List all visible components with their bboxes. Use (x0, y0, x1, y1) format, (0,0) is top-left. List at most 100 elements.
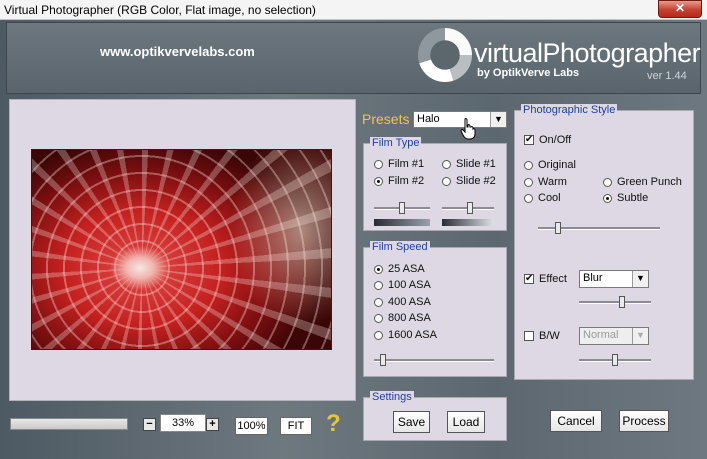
logo-icon (418, 28, 472, 82)
settings-group: Settings (363, 391, 507, 441)
checkbox-indicator: ✔ (524, 134, 534, 145)
radio-indicator (374, 176, 383, 186)
radio-label: 25 ASA (388, 263, 425, 275)
radio-label: 800 ASA (388, 312, 431, 324)
film-gradient-preview (374, 219, 430, 226)
preview-image[interactable] (31, 149, 332, 350)
slider-track (374, 359, 494, 362)
slider-thumb[interactable] (380, 354, 386, 366)
radio-indicator (374, 297, 383, 307)
zoom-fit-button[interactable]: FIT (280, 417, 312, 435)
radio-subtle[interactable]: Subtle (603, 192, 648, 204)
radio-indicator (524, 193, 533, 203)
radio-100-asa[interactable]: 100 ASA (374, 279, 431, 291)
radio-original[interactable]: Original (524, 159, 576, 171)
film-speed-slider[interactable] (374, 354, 494, 366)
radio-label: 100 ASA (388, 279, 431, 291)
settings-title: Settings (370, 391, 414, 403)
checkbox-label: Effect (539, 273, 567, 285)
radio-label: Film #2 (388, 175, 425, 187)
effect-checkbox[interactable]: ✔ Effect (524, 273, 567, 285)
radio-label: Subtle (617, 192, 649, 204)
slide-contrast-slider[interactable] (442, 202, 494, 214)
presets-label: Presets (362, 111, 410, 127)
radio-indicator (442, 159, 451, 169)
radio-label: Warm (538, 176, 567, 188)
radio-label: Slide #2 (456, 175, 496, 187)
load-button[interactable]: Load (447, 411, 485, 433)
film-type-title: Film Type (370, 137, 422, 149)
film-contrast-slider[interactable] (374, 202, 430, 214)
radio-label: 400 ASA (388, 296, 431, 308)
slider-thumb[interactable] (555, 222, 561, 234)
zoom-out-button[interactable]: − (143, 418, 156, 431)
slider-thumb[interactable] (399, 202, 405, 214)
close-button[interactable]: ✕ (658, 0, 702, 18)
radio-film-1[interactable]: Film #1 (374, 158, 424, 170)
logo-text: virtualPhotographer (474, 38, 701, 68)
radio-indicator (603, 193, 612, 203)
checkbox-label: B/W (539, 330, 560, 342)
radio-indicator (603, 177, 612, 187)
version-label: ver 1.44 (647, 70, 687, 82)
title-bar: Virtual Photographer (RGB Color, Flat im… (0, 0, 707, 20)
close-icon: ✕ (674, 1, 686, 15)
zoom-level: 33% (160, 414, 206, 432)
preview-panel (9, 99, 356, 401)
radio-800-asa[interactable]: 800 ASA (374, 312, 431, 324)
radio-film-2[interactable]: Film #2 (374, 175, 424, 187)
radio-indicator (524, 160, 533, 170)
presets-value: Halo (417, 113, 440, 125)
radio-warm[interactable]: Warm (524, 176, 567, 188)
style-strength-slider[interactable] (538, 222, 660, 234)
slider-track (579, 301, 651, 304)
radio-indicator (524, 177, 533, 187)
checkbox-indicator (524, 331, 534, 341)
photographic-style-title: Photographic Style (521, 104, 618, 116)
chevron-down-icon: ▼ (632, 271, 648, 287)
preview-glow (222, 150, 331, 349)
radio-1600-asa[interactable]: 1600 ASA (374, 329, 437, 341)
radio-slide-1[interactable]: Slide #1 (442, 158, 496, 170)
radio-indicator (374, 313, 383, 323)
slider-thumb[interactable] (619, 296, 625, 308)
radio-label: 1600 ASA (388, 329, 437, 341)
slider-thumb[interactable] (612, 354, 618, 366)
radio-label: Green Punch (617, 176, 682, 188)
zoom-100-button[interactable]: 100% (235, 417, 268, 435)
radio-indicator (374, 264, 383, 274)
slide-gradient-preview (442, 219, 494, 226)
bw-dropdown[interactable]: Normal ▼ (579, 327, 649, 345)
radio-label: Original (538, 159, 576, 171)
radio-label: Film #1 (388, 158, 425, 170)
chevron-down-icon: ▼ (632, 328, 648, 344)
progress-bar (10, 418, 128, 430)
onoff-checkbox[interactable]: ✔ On/Off (524, 134, 571, 146)
radio-label: Cool (538, 192, 561, 204)
bw-value: Normal (583, 329, 619, 341)
radio-indicator (374, 330, 383, 340)
effect-dropdown[interactable]: Blur ▼ (579, 270, 649, 288)
radio-green-punch[interactable]: Green Punch (603, 176, 682, 188)
bw-checkbox[interactable]: B/W (524, 330, 560, 342)
plus-icon: + (209, 418, 216, 430)
cancel-button[interactable]: Cancel (550, 410, 602, 432)
process-button[interactable]: Process (619, 410, 669, 432)
logo-byline: by OptikVerve Labs (477, 67, 580, 79)
window-title: Virtual Photographer (RGB Color, Flat im… (4, 3, 316, 17)
effect-value: Blur (583, 272, 603, 284)
radio-indicator (374, 159, 383, 169)
slider-thumb[interactable] (467, 202, 473, 214)
effect-slider[interactable] (579, 296, 651, 308)
hand-cursor-icon (460, 118, 476, 140)
help-icon[interactable]: ? (326, 410, 341, 438)
radio-400-asa[interactable]: 400 ASA (374, 296, 431, 308)
radio-indicator (374, 280, 383, 290)
radio-cool[interactable]: Cool (524, 192, 561, 204)
bw-slider[interactable] (579, 354, 651, 366)
save-button[interactable]: Save (393, 411, 430, 433)
radio-25-asa[interactable]: 25 ASA (374, 263, 425, 275)
website-link[interactable]: www.optikvervelabs.com (100, 44, 255, 59)
radio-slide-2[interactable]: Slide #2 (442, 175, 496, 187)
zoom-in-button[interactable]: + (206, 418, 219, 431)
